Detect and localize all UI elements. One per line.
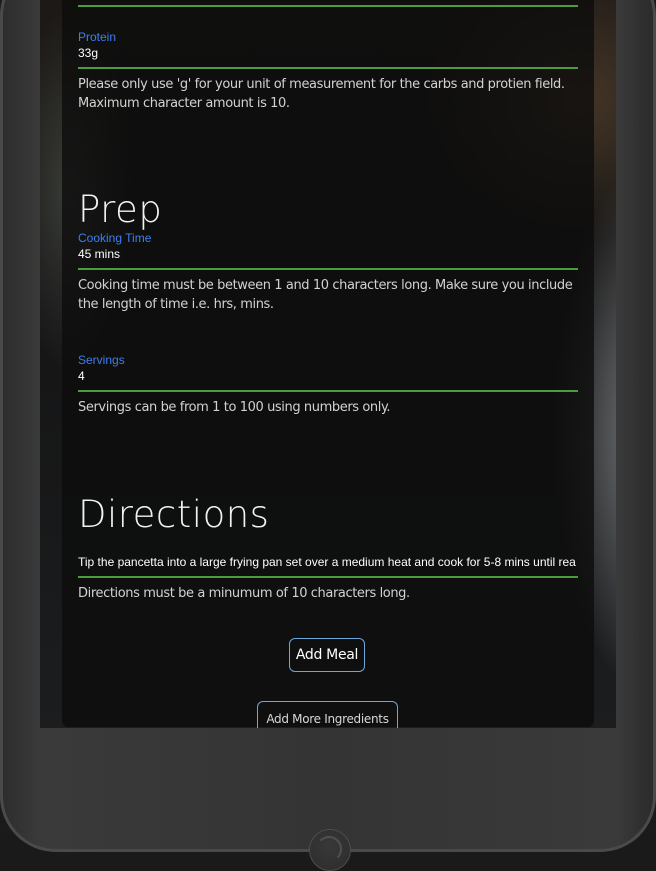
field-underline [78, 268, 578, 270]
add-more-ingredients-button[interactable]: Add More Ingredients [257, 701, 398, 728]
servings-label: Servings [78, 353, 125, 367]
cooking-time-hint: Cooking time must be between 1 and 10 ch… [78, 278, 573, 312]
previous-field-underline-wrap [78, 5, 578, 7]
protein-hint: Please only use 'g' for your unit of mea… [78, 77, 565, 111]
home-ring-icon [316, 836, 342, 862]
servings-field[interactable]: Servings 4 Servings can be from 1 to 100… [78, 352, 578, 417]
directions-input[interactable]: Tip the pancetta into a large frying pan… [78, 554, 578, 570]
protein-label: Protein [78, 30, 117, 44]
tablet-frame: Protein 33g Please only use 'g' for your… [0, 0, 656, 852]
tablet-screen: Protein 33g Please only use 'g' for your… [40, 0, 616, 728]
prep-heading: Prep [78, 188, 163, 231]
protein-input[interactable]: 33g [78, 45, 578, 61]
directions-hint: Directions must be a minumum of 10 chara… [78, 586, 410, 601]
field-underline [78, 67, 578, 69]
directions-field[interactable]: Tip the pancetta into a large frying pan… [78, 554, 578, 603]
field-underline [78, 390, 578, 392]
add-meal-button[interactable]: Add Meal [289, 638, 365, 672]
field-underline [78, 5, 578, 7]
directions-heading: Directions [78, 493, 270, 536]
cooking-time-field[interactable]: Cooking Time 45 mins Cooking time must b… [78, 230, 578, 314]
device-home-button [309, 829, 351, 871]
cooking-time-input[interactable]: 45 mins [78, 246, 578, 262]
cooking-time-label: Cooking Time [78, 231, 152, 245]
servings-input[interactable]: 4 [78, 368, 578, 384]
protein-field[interactable]: Protein 33g Please only use 'g' for your… [78, 29, 578, 113]
recipe-form-card: Protein 33g Please only use 'g' for your… [62, 0, 594, 728]
servings-hint: Servings can be from 1 to 100 using numb… [78, 400, 391, 415]
field-underline [78, 576, 578, 578]
